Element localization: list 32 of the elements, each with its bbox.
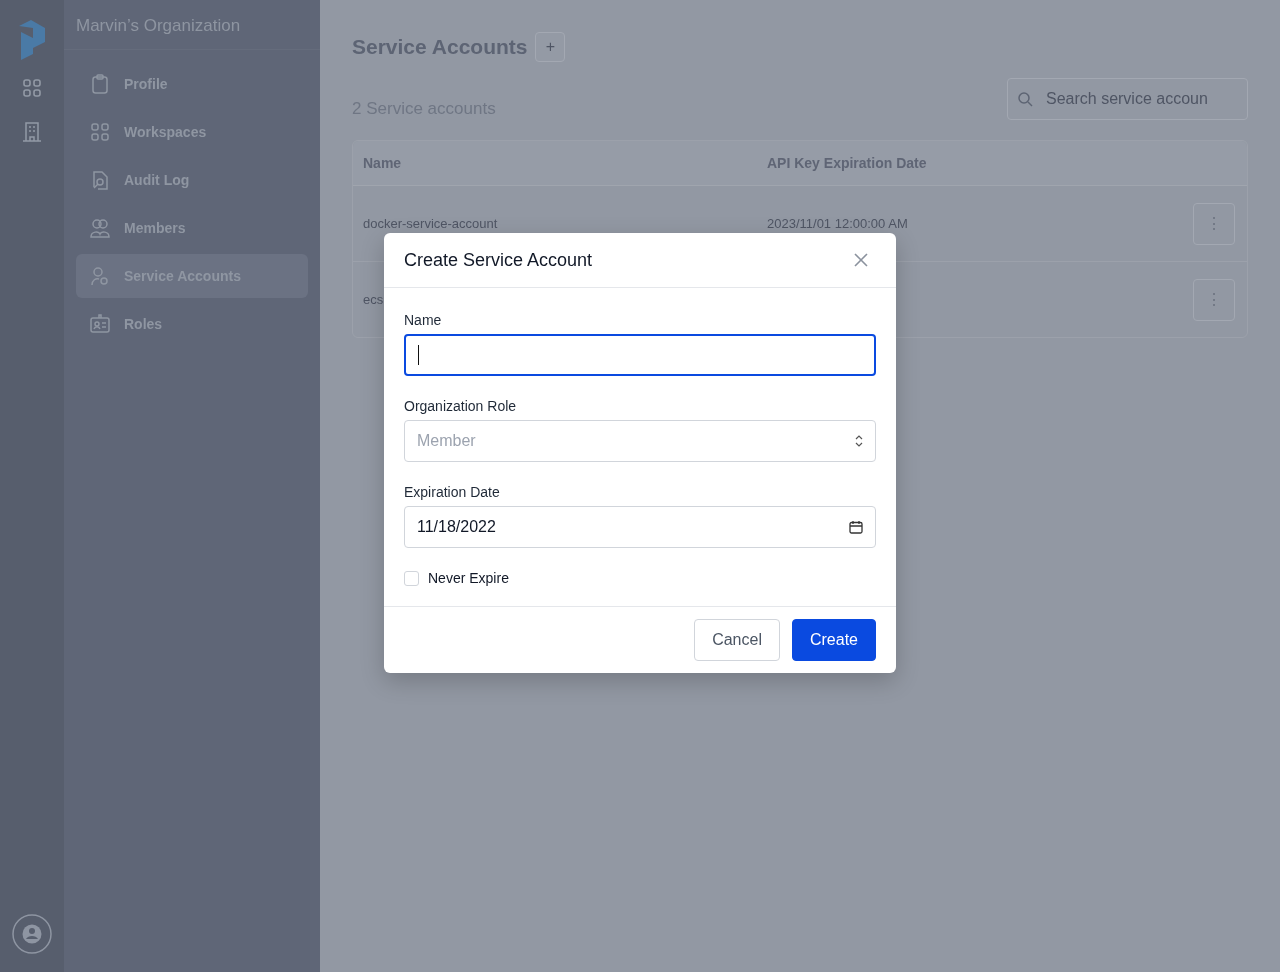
create-button[interactable]: Create xyxy=(791,619,876,661)
more-menu-button[interactable]: ⋮ xyxy=(1193,202,1235,245)
dialog-title: Create Service Account xyxy=(404,249,593,271)
calendar-icon xyxy=(849,520,863,534)
checkbox[interactable] xyxy=(404,570,419,586)
search-icon xyxy=(1017,91,1033,107)
logo-icon xyxy=(19,20,45,60)
grid-icon[interactable] xyxy=(22,78,42,98)
checkbox-label: Never Expire xyxy=(428,570,509,586)
date-input-field[interactable]: 11/18/2022 xyxy=(404,506,876,548)
table-cell: ecs xyxy=(363,292,384,307)
id-card-icon xyxy=(90,314,110,334)
clipboard-icon xyxy=(90,74,110,94)
users-icon xyxy=(90,218,110,238)
chevron-up-down-icon xyxy=(855,435,863,447)
table-cell: docker-service-account xyxy=(363,216,498,231)
user-avatar-icon[interactable] xyxy=(12,914,52,954)
table-cell: 2023/11/01 12:00:00 AM xyxy=(767,216,908,231)
role-select[interactable]: Member xyxy=(404,420,876,462)
more-menu-button[interactable]: ⋮ xyxy=(1193,278,1235,321)
close-icon[interactable] xyxy=(854,253,868,267)
building-icon[interactable] xyxy=(22,122,42,142)
cancel-button[interactable]: Cancel xyxy=(694,619,780,661)
add-button[interactable]: + xyxy=(535,32,566,62)
user-gear-icon xyxy=(90,266,110,286)
search-field[interactable]: Search service accoun xyxy=(1007,78,1248,120)
field-label: Name xyxy=(404,312,443,328)
field-label: Expiration Date xyxy=(404,484,501,500)
grid-icon xyxy=(90,122,110,142)
document-search-icon xyxy=(90,170,110,190)
name-input-field[interactable] xyxy=(404,334,876,376)
field-label: Organization Role xyxy=(404,398,518,414)
